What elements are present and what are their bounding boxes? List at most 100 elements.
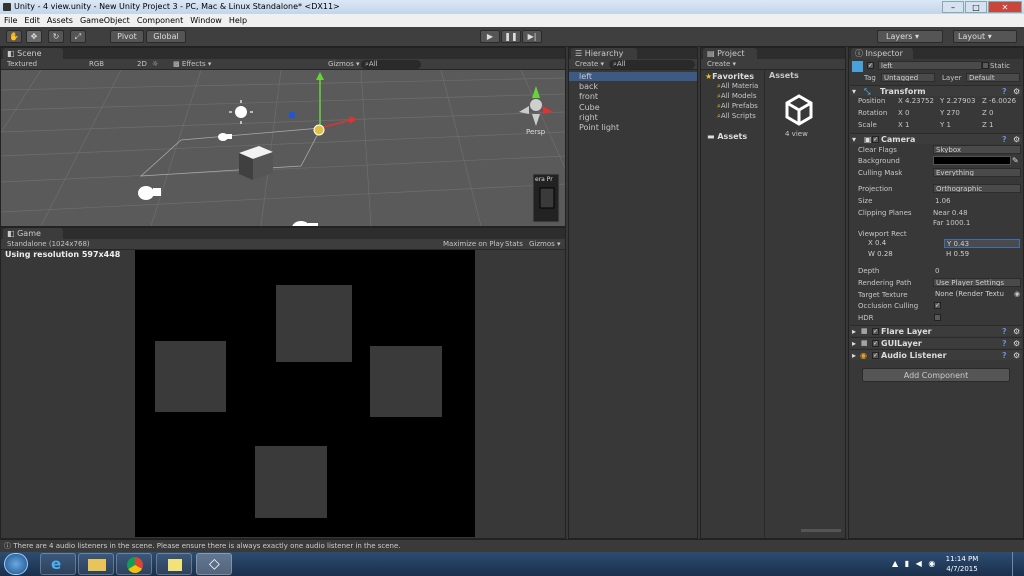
help-icon[interactable]: ? xyxy=(1002,338,1007,349)
persp-label[interactable]: Persp xyxy=(526,128,546,136)
scale-tool-icon[interactable]: ⤢ xyxy=(70,30,86,43)
fav-item-models[interactable]: ⌕All Models xyxy=(717,92,757,101)
close-button[interactable]: ✕ xyxy=(988,1,1022,13)
file-explorer-icon[interactable] xyxy=(78,553,114,575)
camera-component-header[interactable]: ▾ ▣ ✓ Camera ? ⚙ xyxy=(850,133,1022,144)
game-gizmos-dropdown[interactable]: Gizmos ▾ xyxy=(529,239,561,250)
viewport-y-field[interactable]: Y 0.43 xyxy=(944,239,1020,248)
move-tool-icon[interactable]: ✥ xyxy=(26,30,42,43)
step-button[interactable]: ▶| xyxy=(522,30,542,43)
tray-icons[interactable]: ▲ ▮ ◀ ◉ xyxy=(892,559,937,568)
menu-file[interactable]: File xyxy=(4,16,17,25)
gizmos-dropdown[interactable]: Gizmos ▾ xyxy=(328,59,360,70)
menu-assets[interactable]: Assets xyxy=(47,16,73,25)
layout-dropdown[interactable]: Layout ▾ xyxy=(953,30,1017,43)
position-z-field[interactable]: Z -6.0026 xyxy=(982,97,1016,105)
background-color-swatch[interactable] xyxy=(933,156,1011,165)
camera-enabled-checkbox[interactable]: ✓ xyxy=(872,136,879,143)
unity-scene-asset-icon[interactable] xyxy=(783,94,815,126)
fav-item-materials[interactable]: ⌕All Materia xyxy=(717,82,758,91)
viewport-x-field[interactable]: X 0.4 xyxy=(866,239,942,248)
tab-inspector[interactable]: ⓘ Inspector xyxy=(851,48,913,59)
menu-window[interactable]: Window xyxy=(190,16,222,25)
gear-icon[interactable]: ⚙ xyxy=(1013,350,1020,361)
tab-scene[interactable]: ◧ Scene xyxy=(3,48,63,59)
target-texture-field[interactable]: None (Render Textu xyxy=(933,290,1013,299)
menu-help[interactable]: Help xyxy=(229,16,247,25)
gear-icon[interactable]: ⚙ xyxy=(1013,134,1020,145)
maximize-button[interactable]: □ xyxy=(965,1,987,13)
hdr-checkbox[interactable] xyxy=(934,314,941,321)
far-field[interactable]: Far 1000.1 xyxy=(933,219,970,227)
hand-tool-icon[interactable]: ✋ xyxy=(6,30,22,43)
hierarchy-item-right[interactable]: right xyxy=(579,113,598,122)
2d-toggle[interactable]: 2D xyxy=(137,59,147,70)
viewport-h-field[interactable]: H 0.59 xyxy=(944,250,1020,259)
lighting-toggle-icon[interactable]: ☼ xyxy=(152,59,158,70)
scale-z-field[interactable]: Z 1 xyxy=(982,121,993,129)
layers-dropdown[interactable]: Layers ▾ xyxy=(877,30,943,43)
scale-x-field[interactable]: X 1 xyxy=(898,121,909,129)
flare-layer-component-header[interactable]: ▸ ▦ ✓ Flare Layer ? ⚙ xyxy=(850,325,1022,336)
show-desktop-button[interactable] xyxy=(1012,552,1024,576)
pivot-toggle[interactable]: Pivot xyxy=(110,30,144,43)
scene-viewport[interactable]: Persp era Pr xyxy=(1,70,565,226)
resolution-dropdown[interactable]: Standalone (1024x768) xyxy=(7,239,90,250)
add-component-button[interactable]: Add Component xyxy=(862,368,1010,382)
transform-component-header[interactable]: ▾ ⤡ Transform ? ⚙ xyxy=(850,85,1022,96)
hierarchy-item-cube[interactable]: Cube xyxy=(579,103,600,112)
help-icon[interactable]: ? xyxy=(1002,134,1007,145)
gear-icon[interactable]: ⚙ xyxy=(1013,338,1020,349)
rendering-path-dropdown[interactable]: Use Player Settings xyxy=(933,278,1021,287)
rotation-z-field[interactable]: Z 0 xyxy=(982,109,993,117)
shading-dropdown[interactable]: Textured xyxy=(7,59,37,70)
tab-hierarchy[interactable]: ☰ Hierarchy xyxy=(571,48,637,59)
layer-dropdown[interactable]: Default xyxy=(966,73,1020,82)
chrome-icon[interactable] xyxy=(116,553,152,575)
rotation-y-field[interactable]: Y 270 xyxy=(940,109,960,117)
menu-gameobject[interactable]: GameObject xyxy=(80,16,130,25)
object-name-field[interactable]: left xyxy=(878,61,982,70)
gear-icon[interactable]: ⚙ xyxy=(1013,326,1020,337)
position-x-field[interactable]: X 4.23752 xyxy=(898,97,934,105)
global-toggle[interactable]: Global xyxy=(146,30,186,43)
start-button-icon[interactable] xyxy=(4,553,28,575)
hierarchy-item-front[interactable]: front xyxy=(579,92,598,101)
hierarchy-item-point-light[interactable]: Point light xyxy=(579,123,619,132)
maximize-on-play-toggle[interactable]: Maximize on Play xyxy=(443,239,504,250)
tab-game[interactable]: ◧ Game xyxy=(3,228,63,239)
object-picker-icon[interactable]: ◉ xyxy=(1014,290,1020,298)
near-field[interactable]: Near 0.48 xyxy=(933,209,968,217)
internet-explorer-icon[interactable]: e xyxy=(40,553,76,575)
guilayer-component-header[interactable]: ▸ ▦ ✓ GUILayer ? ⚙ xyxy=(850,337,1022,348)
depth-field[interactable]: 0 xyxy=(935,267,939,275)
occlusion-culling-checkbox[interactable]: ✓ xyxy=(934,302,941,309)
sticky-notes-icon[interactable] xyxy=(156,553,192,575)
culling-mask-dropdown[interactable]: Everything xyxy=(933,168,1021,177)
status-bar[interactable]: ⓘ There are 4 audio listeners in the sce… xyxy=(0,539,1024,552)
hierarchy-search-input[interactable]: ⌕All xyxy=(609,60,695,69)
gear-icon[interactable]: ⚙ xyxy=(1013,86,1020,97)
projection-dropdown[interactable]: Orthographic xyxy=(933,184,1021,193)
viewport-w-field[interactable]: W 0.28 xyxy=(866,250,942,259)
tab-project[interactable]: ▤ Project xyxy=(703,48,757,59)
unity-taskbar-icon[interactable]: ◇ xyxy=(196,553,232,575)
render-mode-dropdown[interactable]: RGB xyxy=(89,59,104,70)
size-field[interactable]: 1.06 xyxy=(935,197,951,205)
hierarchy-create-dropdown[interactable]: Create ▾ xyxy=(575,59,604,70)
pause-button[interactable]: ❚❚ xyxy=(501,30,521,43)
scene-search-input[interactable]: ⌕All xyxy=(361,60,421,69)
static-checkbox[interactable] xyxy=(982,62,989,69)
flare-layer-checkbox[interactable]: ✓ xyxy=(872,328,879,335)
active-checkbox[interactable]: ✓ xyxy=(867,62,874,69)
tag-dropdown[interactable]: Untagged xyxy=(881,73,935,82)
effects-dropdown[interactable]: ▩ Effects ▾ xyxy=(173,59,211,70)
audio-listener-component-header[interactable]: ▸ ◉ ✓ Audio Listener ? ⚙ xyxy=(850,349,1022,360)
minimize-button[interactable]: – xyxy=(942,1,964,13)
fav-item-prefabs[interactable]: ⌕All Prefabs xyxy=(717,102,758,111)
help-icon[interactable]: ? xyxy=(1002,326,1007,337)
hierarchy-item-back[interactable]: back xyxy=(579,82,598,91)
hierarchy-item-left[interactable]: left xyxy=(569,72,697,81)
help-icon[interactable]: ? xyxy=(1002,86,1007,97)
audio-listener-checkbox[interactable]: ✓ xyxy=(872,352,879,359)
